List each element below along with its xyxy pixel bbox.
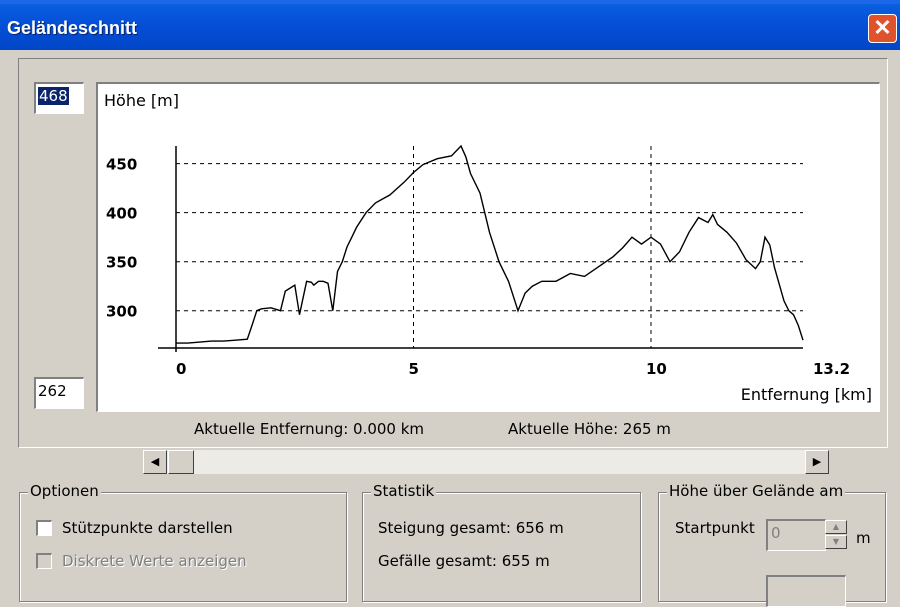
x-axis-label: Entfernung [km] — [741, 385, 872, 404]
total-descent: Gefälle gesamt: 655 m — [378, 552, 550, 570]
x-tick-label-0: 0 — [176, 360, 186, 378]
y-tick-label-300: 300 — [106, 303, 137, 321]
current-height: Aktuelle Höhe: 265 m — [508, 420, 671, 438]
x-tick-label-10: 10 — [646, 360, 667, 378]
scroll-thumb[interactable] — [168, 450, 194, 474]
max-height-value: 468 — [38, 87, 69, 105]
start-point-value: 0 — [771, 524, 781, 542]
y-axis-label: Höhe [m] — [104, 91, 179, 110]
close-button[interactable]: ✕ — [868, 14, 897, 43]
elevation-line — [176, 144, 804, 344]
arrow-right-icon: ▶ — [812, 455, 822, 468]
elevation-profile-chart[interactable]: 300 350 400 450 0 5 10 13.2 Höhe [m] Entfernung [… — [96, 82, 880, 412]
close-icon: ✕ — [873, 15, 892, 40]
options-group: Optionen Stützpunkte darstellen Diskrete… — [19, 482, 347, 602]
min-height-value: 262 — [38, 382, 67, 400]
x-tick-label-13.2: 13.2 — [813, 360, 850, 378]
y-tick-label-350: 350 — [106, 254, 137, 272]
statistics-group: Statistik Steigung gesamt: 656 m Gefälle… — [362, 482, 641, 602]
height-above-terrain-legend: Höhe über Gelände am — [667, 482, 846, 500]
height-above-terrain-group: Höhe über Gelände am Startpunkt 0 ▲ ▼ m — [658, 482, 886, 607]
min-height-input[interactable]: 262 — [34, 377, 84, 409]
start-point-input[interactable]: 0 — [766, 519, 826, 551]
arrow-left-icon: ◀ — [150, 455, 160, 468]
chart-svg: 300 350 400 450 0 5 10 13.2 Höhe [m] Entfernung [… — [104, 91, 872, 404]
spin-down-button[interactable]: ▼ — [825, 535, 847, 549]
support-points-label: Stützpunkte darstellen — [62, 519, 233, 537]
start-point-label: Startpunkt — [675, 519, 755, 537]
title-bar[interactable]: Geländeschnitt ✕ — [0, 0, 900, 50]
current-distance: Aktuelle Entfernung: 0.000 km — [194, 420, 425, 438]
arrow-up-icon: ▲ — [832, 522, 840, 531]
scroll-right-button[interactable]: ▶ — [805, 450, 829, 474]
y-tick-label-450: 450 — [106, 156, 137, 174]
support-points-checkbox[interactable] — [36, 520, 52, 536]
x-tick-label-5: 5 — [409, 360, 419, 378]
statistics-legend: Statistik — [371, 482, 437, 500]
discrete-values-label: Diskrete Werte anzeigen — [62, 552, 247, 570]
max-height-input[interactable]: 468 — [34, 82, 84, 114]
total-ascent: Steigung gesamt: 656 m — [378, 519, 564, 537]
discrete-values-checkbox[interactable] — [36, 553, 52, 569]
horizontal-scrollbar[interactable]: ◀ ▶ — [143, 450, 829, 474]
arrow-down-icon: ▼ — [832, 537, 840, 546]
unit-label: m — [856, 529, 871, 547]
window-title: Geländeschnitt — [7, 18, 138, 38]
second-input[interactable] — [766, 575, 846, 607]
y-tick-label-400: 400 — [106, 205, 137, 223]
spin-up-button[interactable]: ▲ — [825, 520, 847, 534]
options-legend: Optionen — [28, 482, 101, 500]
scroll-left-button[interactable]: ◀ — [143, 450, 167, 474]
